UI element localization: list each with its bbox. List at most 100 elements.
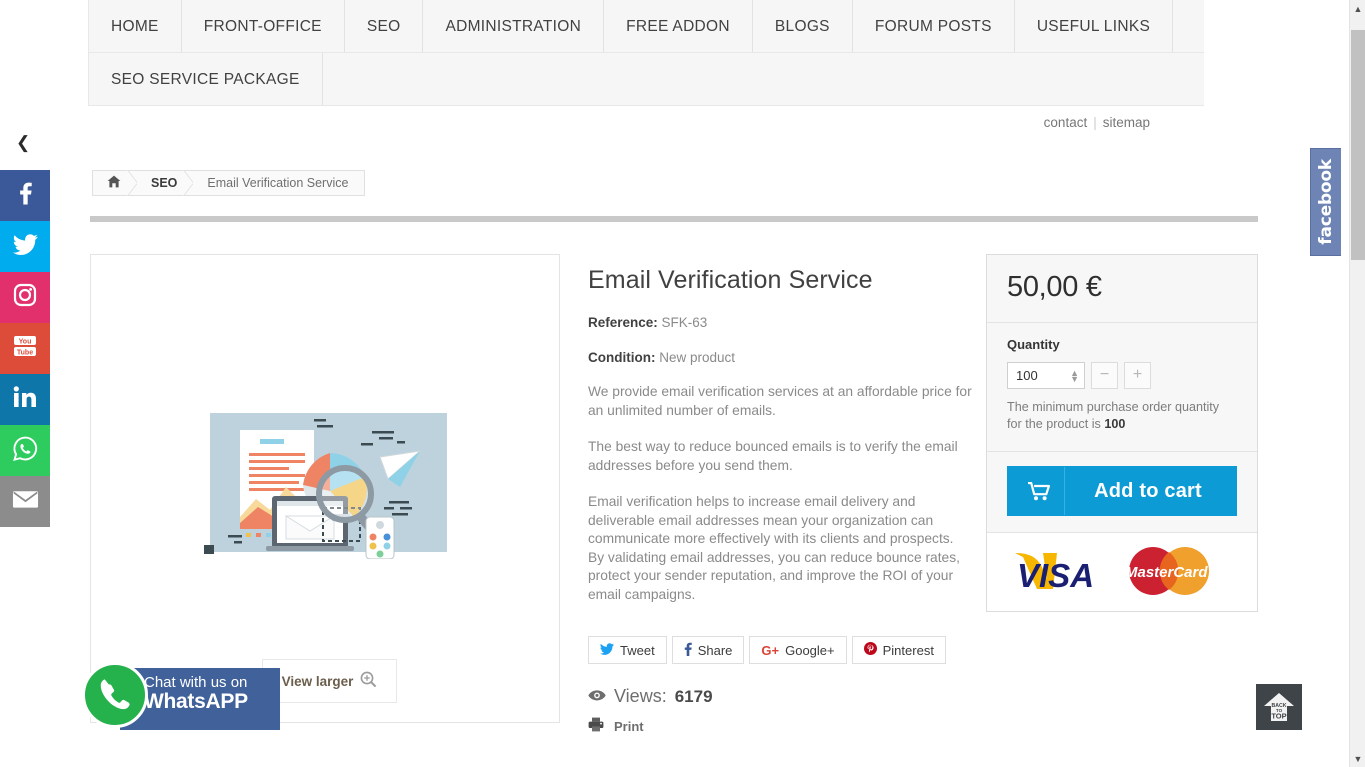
whatsapp-phone-icon: [82, 662, 148, 728]
nav-item-forum-posts[interactable]: FORUM POSTS: [852, 0, 1015, 53]
quantity-stepper[interactable]: ▲ ▼: [1070, 368, 1079, 383]
quantity-increase-button[interactable]: +: [1124, 362, 1151, 389]
product-price: 50,00 €: [1007, 271, 1102, 303]
whatsapp-chat-widget[interactable]: Chat with us on WhatsAPP: [82, 662, 280, 740]
nav-item-front-office[interactable]: FRONT-OFFICE: [181, 0, 345, 53]
scrollbar-thumb[interactable]: [1351, 30, 1365, 260]
condition-value: New product: [659, 350, 736, 365]
payment-methods: VISA MasterCard: [987, 533, 1257, 611]
svg-text:Tube: Tube: [17, 349, 33, 356]
views-count: 6179: [674, 686, 713, 706]
nav-item-free-addon[interactable]: FREE ADDON: [604, 0, 753, 53]
linkedin-icon: [13, 386, 37, 413]
product-title: Email Verification Service: [588, 266, 873, 294]
minimum-quantity-value: 100: [1104, 417, 1126, 431]
scrollbar-up-button[interactable]: ▲: [1350, 0, 1365, 17]
product-description-2: The best way to reduce bounced emails is…: [588, 439, 958, 473]
social-rail-item-twitter[interactable]: [0, 221, 50, 272]
product-description-3: Email verification helps to increase ema…: [588, 494, 960, 602]
google-plus-icon: G+: [761, 642, 780, 658]
social-rail-item-facebook[interactable]: [0, 170, 50, 221]
quantity-section: Quantity ▲ ▼ − + The minimum: [987, 323, 1257, 452]
nav-filler-2: [322, 53, 1204, 106]
share-button-tweet-label: Tweet: [620, 642, 655, 658]
sitemap-link[interactable]: sitemap: [1103, 115, 1150, 130]
quantity-input[interactable]: [1008, 363, 1060, 388]
condition-label: Condition:: [588, 350, 656, 365]
twitter-icon: [12, 233, 38, 260]
quantity-label: Quantity: [1007, 337, 1060, 352]
home-icon: [107, 175, 121, 191]
youtube-icon: You Tube: [12, 334, 38, 363]
svg-text:You: You: [19, 338, 32, 345]
back-to-top-button[interactable]: BACK TO TOP: [1256, 684, 1302, 730]
breadcrumb-home[interactable]: [93, 171, 137, 195]
product-reference: Reference: SFK-63: [588, 315, 973, 330]
minimum-quantity-note: The minimum purchase order quantity for …: [1007, 399, 1237, 433]
social-rail-collapse-button[interactable]: ❮: [16, 133, 30, 153]
nav-filler: [1173, 0, 1204, 53]
up-arrow-home-icon: BACK TO TOP: [1264, 693, 1294, 721]
add-to-cart-label: Add to cart: [1094, 479, 1202, 502]
breadcrumb-item-current: Email Verification Service: [193, 171, 365, 195]
site-container: HOME FRONT-OFFICE SEO ADMINISTRATION FRE…: [88, 0, 1260, 767]
nav-row-primary: HOME FRONT-OFFICE SEO ADMINISTRATION FRE…: [88, 0, 1204, 53]
social-rail-item-whatsapp[interactable]: [0, 425, 50, 476]
scrollbar-down-button[interactable]: ▼: [1350, 750, 1365, 767]
social-rail-item-instagram[interactable]: [0, 272, 50, 323]
shopping-cart-icon: [1013, 467, 1065, 515]
facebook-icon: [684, 642, 692, 659]
printer-icon: [588, 717, 604, 735]
breadcrumb-item-seo[interactable]: SEO: [137, 171, 194, 195]
views-label: Views:: [614, 686, 667, 706]
share-button-pinterest[interactable]: Pinterest: [851, 636, 946, 664]
contact-link[interactable]: contact: [1044, 115, 1088, 130]
page-root: HOME FRONT-OFFICE SEO ADMINISTRATION FRE…: [0, 0, 1365, 767]
social-rail-item-linkedin[interactable]: [0, 374, 50, 425]
main-navigation: HOME FRONT-OFFICE SEO ADMINISTRATION FRE…: [88, 0, 1204, 106]
nav-item-blogs[interactable]: BLOGS: [752, 0, 853, 53]
pinterest-icon: [863, 642, 877, 658]
nav-item-home[interactable]: HOME: [88, 0, 182, 53]
product-description-1: We provide email verification services a…: [588, 384, 972, 418]
nav-item-useful-links[interactable]: USEFUL LINKS: [1014, 0, 1174, 53]
share-button-facebook-label: Share: [697, 642, 733, 658]
quantity-input-wrapper[interactable]: ▲ ▼: [1007, 362, 1085, 389]
quantity-decrease-button[interactable]: −: [1091, 362, 1118, 389]
share-button-pinterest-label: Pinterest: [882, 642, 934, 658]
buy-box: 50,00 € Quantity ▲ ▼ − +: [986, 254, 1258, 612]
page-scrollbar[interactable]: ▲ ▼: [1349, 0, 1365, 767]
social-rail-item-youtube[interactable]: You Tube: [0, 323, 50, 374]
views-counter: Views: 6179: [588, 686, 973, 707]
product-illustration: [204, 413, 447, 559]
nav-item-seo[interactable]: SEO: [344, 0, 424, 53]
social-rail-item-email[interactable]: [0, 476, 50, 527]
product-details-column: Email Verification Service Reference: SF…: [588, 254, 973, 735]
view-larger-button[interactable]: View larger: [262, 659, 397, 703]
reference-label: Reference:: [588, 315, 658, 330]
price-section: 50,00 €: [987, 255, 1257, 323]
share-button-facebook[interactable]: Share: [671, 636, 745, 664]
product-image-panel[interactable]: View larger: [90, 254, 560, 723]
twitter-icon: [600, 642, 614, 658]
nav-item-administration[interactable]: ADMINISTRATION: [423, 0, 605, 53]
print-button[interactable]: Print: [588, 717, 973, 735]
svg-text:MasterCard: MasterCard: [1125, 564, 1208, 581]
nav-item-seo-service-package[interactable]: SEO SERVICE PACKAGE: [88, 53, 323, 106]
share-button-tweet[interactable]: Tweet: [588, 636, 667, 664]
print-label: Print: [614, 718, 644, 734]
whatsapp-chat-line2: WhatsAPP: [144, 690, 248, 713]
share-button-google-plus[interactable]: G+ Google+: [749, 636, 847, 664]
add-to-cart-button[interactable]: Add to cart: [1007, 466, 1237, 516]
quantity-controls: ▲ ▼ − +: [1007, 362, 1237, 389]
view-larger-label: View larger: [281, 673, 354, 689]
utility-separator: |: [1093, 115, 1097, 130]
product-condition: Condition: New product: [588, 350, 973, 365]
envelope-icon: [12, 489, 39, 514]
facebook-side-tab[interactable]: facebook: [1310, 148, 1341, 256]
eye-icon: [588, 686, 606, 707]
instagram-icon: [13, 283, 37, 312]
section-divider: [90, 216, 1258, 222]
social-rail: You Tube: [0, 170, 50, 527]
stepper-down-icon[interactable]: ▼: [1070, 374, 1079, 383]
